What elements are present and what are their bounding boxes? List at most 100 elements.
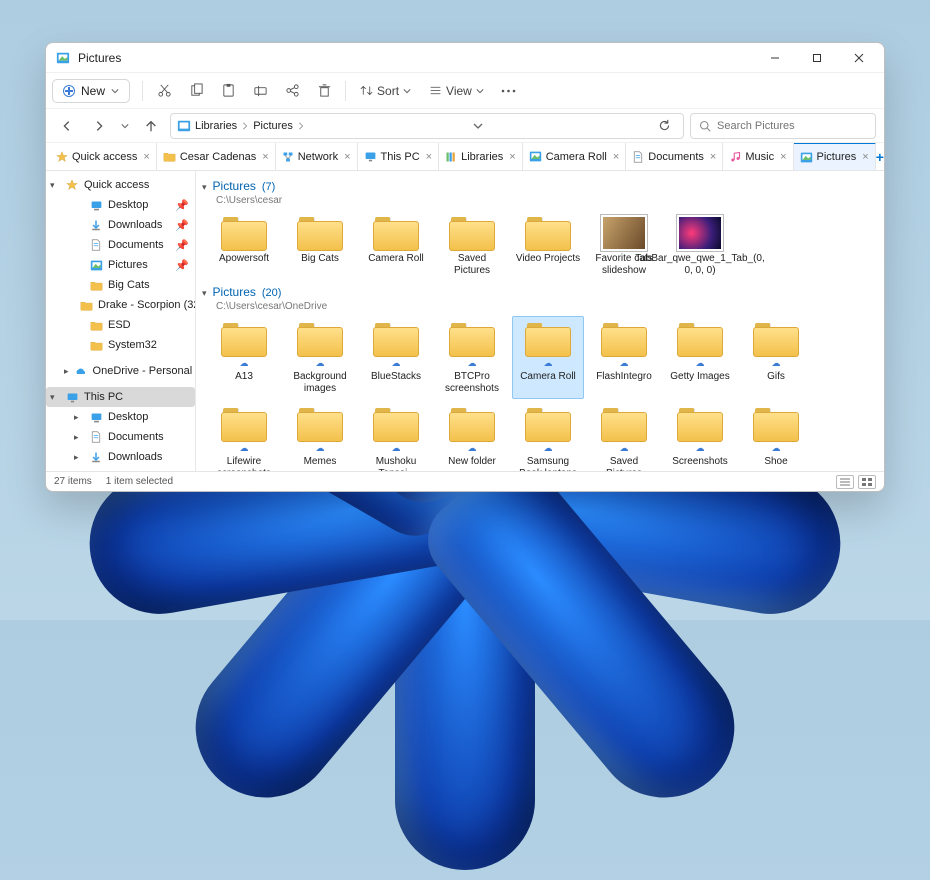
item-background-images[interactable]: ☁Background images (284, 316, 356, 399)
close-tab-icon[interactable]: × (426, 151, 432, 163)
back-button[interactable] (54, 113, 80, 139)
item-samsung-book-laptops[interactable]: ☁Samsung Book laptops (512, 401, 584, 471)
tab-network[interactable]: Network× (276, 143, 358, 170)
cloud-status-icon: ☁ (772, 358, 781, 369)
nav-item-drake-scorpion-320-[interactable]: Drake - Scorpion (320) (46, 295, 195, 315)
nav-item-desktop[interactable]: ▸Desktop (46, 407, 195, 427)
cut-button[interactable] (149, 76, 179, 106)
breadcrumb-libraries[interactable]: Libraries (195, 120, 249, 132)
nav-item-big-cats[interactable]: Big Cats (46, 275, 195, 295)
close-tab-icon[interactable]: × (344, 151, 350, 163)
tab-pictures[interactable]: Pictures× (794, 143, 876, 170)
close-tab-icon[interactable]: × (862, 151, 868, 163)
share-button[interactable] (277, 76, 307, 106)
item-lifewire-screenshots[interactable]: ☁Lifewire screenshots (208, 401, 280, 471)
item-btcpro-screenshots[interactable]: ☁BTCPro screenshots (436, 316, 508, 399)
item-new-folder[interactable]: ☁New folder (436, 401, 508, 471)
sort-icon (360, 84, 373, 97)
item-saved-pictures[interactable]: ☁Saved Pictures (588, 401, 660, 471)
tab-music[interactable]: Music× (723, 143, 793, 170)
search-input[interactable] (717, 120, 867, 132)
nav-pane[interactable]: ▾Quick accessDesktop📌Downloads📌Documents… (46, 171, 196, 471)
cloud-status-icon: ☁ (696, 443, 705, 454)
item-flashintegro[interactable]: ☁FlashIntegro (588, 316, 660, 399)
item-mushoku-tensei-jobless[interactable]: ☁Mushoku Tensei - Jobless (360, 401, 432, 471)
item-camera-roll[interactable]: Camera Roll (360, 210, 432, 281)
up-button[interactable] (138, 113, 164, 139)
search-box[interactable] (690, 113, 876, 139)
nav-quick-access[interactable]: ▾Quick access (46, 175, 195, 195)
item-memes[interactable]: ☁Memes (284, 401, 356, 471)
titlebar[interactable]: Pictures (46, 43, 884, 73)
item-camera-roll[interactable]: ☁Camera Roll (512, 316, 584, 399)
item-saved-pictures[interactable]: Saved Pictures (436, 210, 508, 281)
address-row: Libraries Pictures (46, 109, 884, 143)
nav-item-downloads[interactable]: ▸Downloads (46, 447, 195, 467)
close-tab-icon[interactable]: × (613, 151, 619, 163)
nav-this-pc[interactable]: ▾This PC (46, 387, 195, 407)
close-tab-icon[interactable]: × (780, 151, 786, 163)
tab-this-pc[interactable]: This PC× (358, 143, 440, 170)
tab-cesar-cadenas[interactable]: Cesar Cadenas× (157, 143, 276, 170)
item-video-projects[interactable]: Video Projects (512, 210, 584, 281)
nav-item-system32[interactable]: System32 (46, 335, 195, 355)
close-tab-icon[interactable]: × (143, 151, 149, 163)
status-selected: 1 item selected (106, 476, 173, 487)
folder-icon (373, 215, 419, 251)
item-a13[interactable]: ☁A13 (208, 316, 280, 399)
group-header[interactable]: ▾Pictures (20) (202, 281, 878, 303)
nav-item-downloads[interactable]: Downloads📌 (46, 215, 195, 235)
recent-dropdown[interactable] (118, 113, 132, 139)
content-area[interactable]: ▾Pictures (7)C:\Users\cesarApowersoftBig… (196, 171, 884, 471)
new-button[interactable]: New (52, 79, 130, 103)
breadcrumb-pictures[interactable]: Pictures (253, 120, 305, 132)
tab-libraries[interactable]: Libraries× (439, 143, 523, 170)
item-label: Saved Pictures (591, 456, 657, 471)
tab-documents[interactable]: Documents× (626, 143, 723, 170)
close-tab-icon[interactable]: × (710, 151, 716, 163)
item-tabbar-qwe-qwe-1-tab-0-0-0-0-[interactable]: TabBar_qwe_qwe_1_Tab_(0, 0, 0, 0) (664, 210, 736, 281)
minimize-button[interactable] (754, 43, 796, 73)
view-icon (429, 84, 442, 97)
refresh-button[interactable] (651, 113, 677, 139)
nav-onedrive[interactable]: ▸OneDrive - Personal (46, 361, 195, 381)
address-bar[interactable]: Libraries Pictures (170, 113, 684, 139)
view-button[interactable]: View (421, 84, 492, 98)
close-tab-icon[interactable]: × (509, 151, 515, 163)
nav-item-documents[interactable]: ▸Documents (46, 427, 195, 447)
cloud-status-icon: ☁ (468, 443, 477, 454)
forward-button[interactable] (86, 113, 112, 139)
close-tab-icon[interactable]: × (262, 151, 268, 163)
pin-icon: 📌 (175, 219, 189, 232)
nav-item-esd[interactable]: ESD (46, 315, 195, 335)
item-big-cats[interactable]: Big Cats (284, 210, 356, 281)
nav-item-documents[interactable]: Documents📌 (46, 235, 195, 255)
add-tab-button[interactable]: + (876, 143, 884, 170)
folder-icon (89, 318, 103, 332)
item-shoe[interactable]: ☁Shoe (740, 401, 812, 471)
close-button[interactable] (838, 43, 880, 73)
rename-button[interactable] (245, 76, 275, 106)
address-dropdown[interactable] (465, 113, 491, 139)
copy-button[interactable] (181, 76, 211, 106)
item-getty-images[interactable]: ☁Getty Images (664, 316, 736, 399)
nav-item-desktop[interactable]: Desktop📌 (46, 195, 195, 215)
folder-icon (221, 215, 267, 251)
tab-camera-roll[interactable]: Camera Roll× (523, 143, 627, 170)
item-screenshots[interactable]: ☁Screenshots (664, 401, 736, 471)
sort-button[interactable]: Sort (352, 84, 419, 98)
video-thumbnail (677, 215, 723, 251)
nav-item-pictures[interactable]: Pictures📌 (46, 255, 195, 275)
icons-view-button[interactable] (858, 475, 876, 489)
item-gifs[interactable]: ☁Gifs (740, 316, 812, 399)
paste-button[interactable] (213, 76, 243, 106)
more-button[interactable] (494, 76, 524, 106)
item-apowersoft[interactable]: Apowersoft (208, 210, 280, 281)
star-icon (65, 178, 79, 192)
maximize-button[interactable] (796, 43, 838, 73)
details-view-button[interactable] (836, 475, 854, 489)
delete-button[interactable] (309, 76, 339, 106)
group-header[interactable]: ▾Pictures (7) (202, 175, 878, 197)
tab-quick-access[interactable]: Quick access× (50, 143, 157, 170)
item-bluestacks[interactable]: ☁BlueStacks (360, 316, 432, 399)
